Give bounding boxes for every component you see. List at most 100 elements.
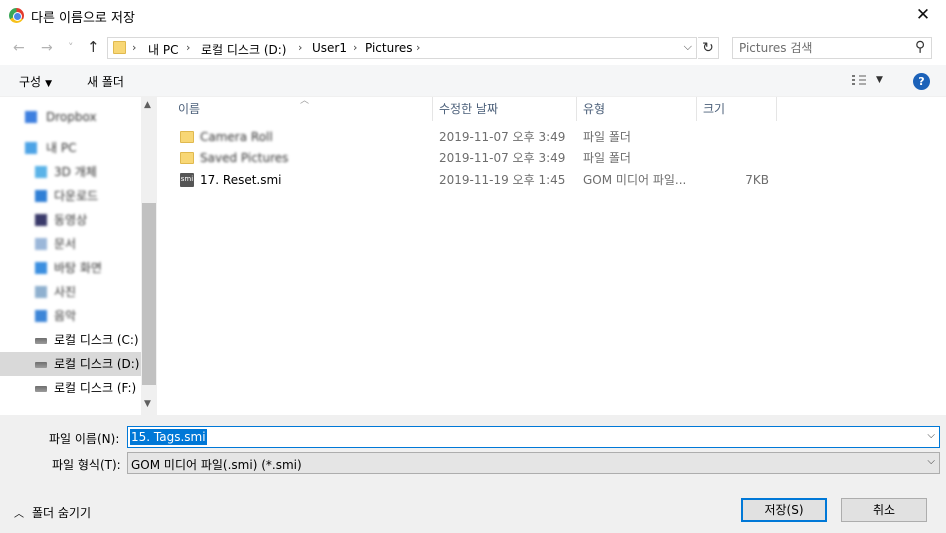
folder-icon: [113, 41, 126, 54]
search-input[interactable]: [739, 38, 909, 58]
drive-icon: [35, 338, 47, 344]
chevron-down-icon[interactable]: ⌵: [927, 456, 935, 467]
sidebar-item-this-pc[interactable]: 내 PC: [0, 136, 141, 160]
sidebar-item-downloads[interactable]: 다운로드: [0, 184, 141, 208]
help-icon[interactable]: ?: [913, 73, 930, 90]
hide-folders-button[interactable]: ︿ 폴더 숨기기: [14, 504, 91, 521]
download-icon: [35, 190, 47, 202]
column-header-modified[interactable]: 수정한 날짜: [433, 97, 577, 121]
filename-field[interactable]: 15. Tags.smi ⌵: [127, 426, 940, 448]
column-header-name[interactable]: 이름: [158, 97, 433, 121]
drive-icon: [35, 362, 47, 368]
hide-folders-label: 폴더 숨기기: [32, 506, 92, 520]
file-row[interactable]: smi 17. Reset.smi 2019-11-19 오후 1:45 GOM…: [158, 170, 946, 191]
smi-file-icon: smi: [180, 173, 194, 187]
command-bar: 구성 ▼ 새 폴더 ▼: [0, 65, 946, 97]
file-name: 17. Reset.smi: [200, 173, 282, 187]
save-form-panel: 파일 이름(N): 15. Tags.smi ⌵ 파일 형식(T): GOM 미…: [0, 415, 946, 533]
picture-icon: [35, 286, 47, 298]
view-options-icon[interactable]: [852, 75, 866, 87]
chevron-up-icon: ︿: [14, 509, 24, 520]
file-type: 파일 폴더: [583, 130, 631, 144]
filetype-select[interactable]: GOM 미디어 파일(.smi) (*.smi) ⌵: [127, 452, 940, 474]
sidebar-item-3d-objects[interactable]: 3D 개체: [0, 160, 141, 184]
file-type: GOM 미디어 파일...: [583, 173, 687, 187]
navigation-pane[interactable]: Dropbox 내 PC 3D 개체 다운로드 동영상 문서 바탕 화면 사진 …: [0, 97, 157, 415]
new-folder-button[interactable]: 새 폴더: [87, 73, 124, 90]
file-row[interactable]: Camera Roll 2019-11-07 오후 3:49 파일 폴더: [158, 127, 946, 148]
chevron-down-icon[interactable]: ⌵: [927, 430, 935, 441]
sidebar-item-label: 바탕 화면: [54, 261, 102, 275]
breadcrumb-pictures[interactable]: Pictures: [365, 41, 413, 55]
breadcrumb-separator[interactable]: ›: [353, 41, 357, 54]
breadcrumb-separator[interactable]: ›: [186, 41, 190, 54]
scrollbar-thumb[interactable]: [142, 203, 156, 385]
organize-label: 구성: [19, 75, 42, 89]
file-modified: 2019-11-07 오후 3:49: [439, 130, 566, 144]
file-name: Saved Pictures: [200, 151, 289, 165]
address-dropdown-icon[interactable]: ⌵: [684, 40, 692, 54]
save-button[interactable]: 저장(S): [741, 498, 827, 522]
organize-button[interactable]: 구성 ▼: [19, 73, 52, 90]
breadcrumb-this-pc[interactable]: 내 PC: [148, 41, 178, 58]
sidebar-item-drive-f[interactable]: 로컬 디스크 (F:): [0, 376, 141, 400]
forward-button[interactable]: →: [41, 40, 53, 56]
file-modified: 2019-11-19 오후 1:45: [439, 173, 566, 187]
file-list[interactable]: ︿ 이름 수정한 날짜 유형 크기 Camera Roll 2019-11-07…: [158, 96, 946, 415]
sidebar-item-label: 로컬 디스크 (C:): [54, 333, 139, 347]
file-modified: 2019-11-07 오후 3:49: [439, 151, 566, 165]
up-button[interactable]: ↑: [87, 38, 100, 56]
breadcrumb-separator[interactable]: ›: [132, 41, 136, 54]
back-button[interactable]: ←: [13, 40, 25, 56]
chevron-down-icon: ▼: [45, 79, 53, 89]
sidebar-item-music[interactable]: 음악: [0, 304, 141, 328]
search-box[interactable]: ⚲: [732, 37, 932, 59]
sidebar-scrollbar[interactable]: ▲ ▼: [141, 97, 157, 415]
sidebar-item-label: Dropbox: [46, 110, 97, 124]
sidebar-item-dropbox[interactable]: Dropbox: [0, 105, 141, 129]
refresh-button[interactable]: ↻: [698, 37, 719, 59]
filename-value[interactable]: 15. Tags.smi: [130, 429, 207, 445]
sidebar-item-label: 동영상: [54, 213, 88, 227]
sidebar-item-videos[interactable]: 동영상: [0, 208, 141, 232]
column-header-size[interactable]: 크기: [697, 97, 777, 121]
view-dropdown-icon[interactable]: ▼: [876, 75, 883, 85]
filetype-label: 파일 형식(T):: [52, 458, 121, 472]
sidebar-item-label: 다운로드: [54, 189, 99, 203]
cube-icon: [35, 166, 47, 178]
computer-icon: [25, 142, 37, 154]
drive-icon: [35, 386, 47, 392]
sidebar-item-label: 로컬 디스크 (F:): [54, 381, 137, 395]
sidebar-item-label: 내 PC: [46, 141, 77, 155]
cancel-button[interactable]: 취소: [841, 498, 927, 522]
sidebar-item-label: 문서: [54, 237, 77, 251]
search-icon[interactable]: ⚲: [915, 39, 925, 55]
breadcrumb-drive-d[interactable]: 로컬 디스크 (D:): [201, 41, 286, 58]
desktop-icon: [35, 262, 47, 274]
scroll-up-icon[interactable]: ▲: [144, 100, 151, 110]
breadcrumb-user1[interactable]: User1: [312, 41, 347, 55]
sidebar-item-pictures[interactable]: 사진: [0, 280, 141, 304]
column-header-type[interactable]: 유형: [577, 97, 697, 121]
video-icon: [35, 214, 47, 226]
sidebar-item-documents[interactable]: 문서: [0, 232, 141, 256]
breadcrumb-separator[interactable]: ›: [416, 41, 420, 54]
file-type: 파일 폴더: [583, 151, 631, 165]
file-row[interactable]: Saved Pictures 2019-11-07 오후 3:49 파일 폴더: [158, 148, 946, 169]
scroll-down-icon[interactable]: ▼: [144, 399, 151, 409]
sidebar-item-desktop[interactable]: 바탕 화면: [0, 256, 141, 280]
address-bar[interactable]: › 내 PC › 로컬 디스크 (D:) › User1 › Pictures …: [107, 37, 697, 59]
sidebar-item-label: 음악: [54, 309, 77, 323]
sidebar-item-label: 3D 개체: [54, 165, 97, 179]
file-name: Camera Roll: [200, 130, 273, 144]
breadcrumb-separator[interactable]: ›: [298, 41, 302, 54]
folder-icon: [180, 131, 194, 143]
filename-label: 파일 이름(N):: [49, 432, 120, 446]
close-button[interactable]: ✕: [900, 0, 946, 31]
sidebar-item-drive-d[interactable]: 로컬 디스크 (D:): [0, 352, 141, 376]
sidebar-item-drive-c[interactable]: 로컬 디스크 (C:): [0, 328, 141, 352]
title-bar: 다른 이름으로 저장 ✕: [0, 0, 946, 31]
sidebar-item-label: 사진: [54, 285, 77, 299]
recent-locations-button[interactable]: ˅: [68, 41, 74, 54]
music-icon: [35, 310, 47, 322]
